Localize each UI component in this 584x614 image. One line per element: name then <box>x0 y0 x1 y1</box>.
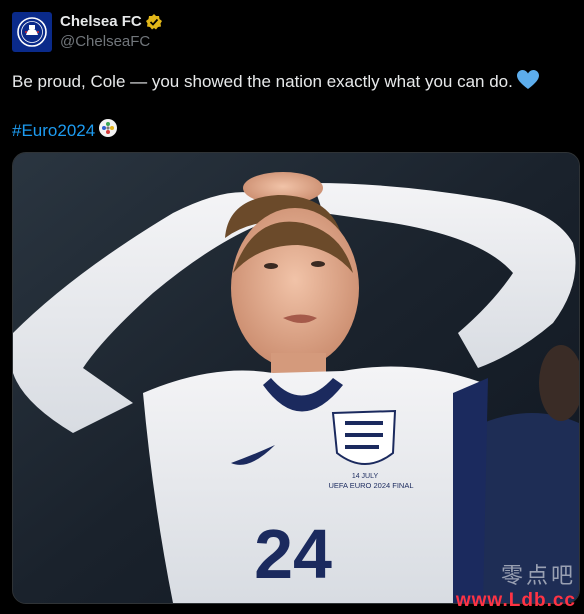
tweet-photo[interactable]: 14 JULY UEFA EURO 2024 FINAL 24 <box>12 152 580 604</box>
tweet-text: Be proud, Cole — you showed the nation e… <box>12 72 513 91</box>
shirt-text: UEFA EURO 2024 FINAL <box>328 481 413 490</box>
display-name-row: Chelsea FC <box>60 12 163 32</box>
hashtag-row: #Euro2024 <box>12 118 118 144</box>
gold-verified-badge-icon[interactable] <box>145 13 163 31</box>
tweet: Chelsea FC @ChelseaFC Be proud, Cole — y… <box>0 0 584 614</box>
tweet-header: Chelsea FC @ChelseaFC <box>12 12 163 52</box>
euro2024-trophy-icon <box>98 118 118 144</box>
display-name[interactable]: Chelsea FC <box>60 12 142 32</box>
blue-heart-icon <box>516 70 539 96</box>
chelsea-crest-icon[interactable] <box>12 12 52 52</box>
hashtag-link[interactable]: #Euro2024 <box>12 120 95 142</box>
author-names: Chelsea FC @ChelseaFC <box>60 12 163 52</box>
handle[interactable]: @ChelseaFC <box>60 32 163 52</box>
shirt-number: 24 <box>254 515 332 593</box>
shirt-text-top: 14 JULY <box>352 473 379 480</box>
tweet-text-row: Be proud, Cole — you showed the nation e… <box>12 70 539 96</box>
